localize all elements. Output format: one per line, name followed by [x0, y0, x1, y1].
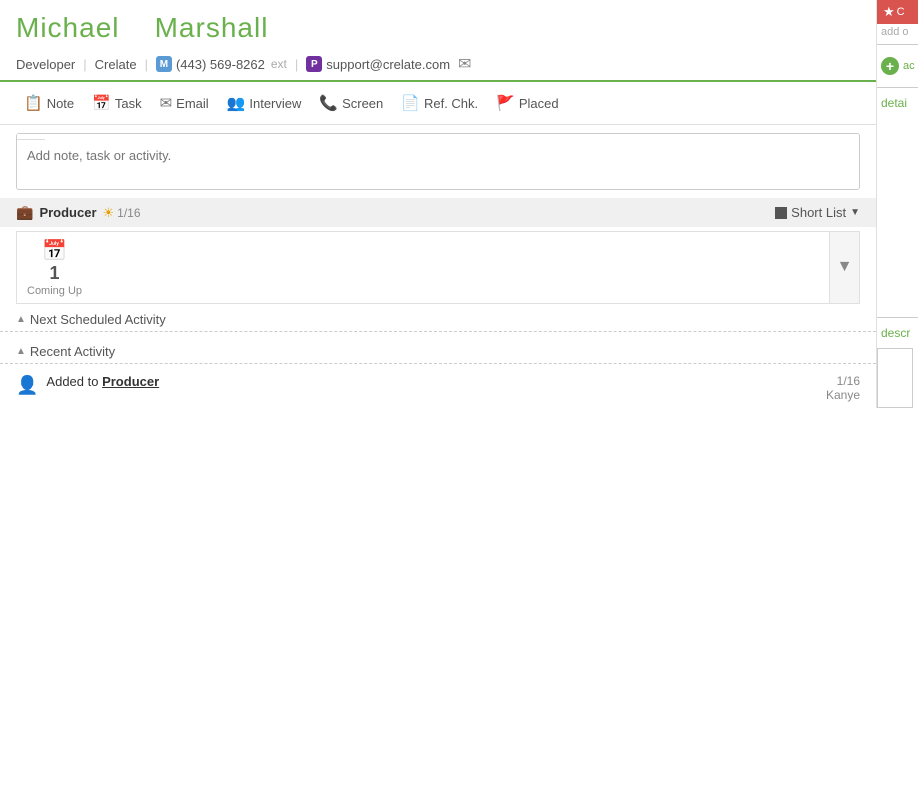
email-badge: P	[306, 56, 322, 72]
contact-bar: Developer | Crelate | M (443) 569-8262 e…	[0, 48, 876, 82]
coming-up-widget: 📅 1 Coming Up ▼	[16, 231, 860, 304]
pipeline-info: 💼 Producer ☀ 1/16	[16, 204, 141, 221]
sep2: |	[145, 57, 148, 72]
activity-person-icon: 👤	[16, 375, 38, 396]
note-textarea[interactable]	[17, 140, 859, 186]
recent-activity-section: ▲ Recent Activity	[0, 336, 876, 364]
coming-up-label: Coming Up	[27, 285, 82, 297]
coming-up-count: 1	[50, 263, 60, 285]
pipeline-date: ☀ 1/16	[103, 205, 141, 221]
screen-icon: 📞	[319, 94, 338, 112]
details-label: detai	[877, 92, 911, 114]
last-name: Marshall	[155, 12, 269, 43]
email-tool-icon: ✉	[160, 94, 173, 112]
activity-meta: 1/16 Kanye	[826, 374, 860, 402]
producer-link[interactable]: Producer	[102, 374, 159, 389]
sep3: |	[295, 57, 298, 72]
interview-button[interactable]: 👥 Interview	[219, 90, 310, 116]
shortlist-icon	[775, 207, 787, 219]
note-button[interactable]: 📋 Note	[16, 90, 82, 116]
activity-content: Added to Producer	[46, 374, 818, 389]
refchk-icon: 📄	[401, 94, 420, 112]
interview-icon: 👥	[227, 94, 246, 112]
job-title: Developer	[16, 57, 75, 72]
activity-user: Kanye	[826, 388, 860, 402]
sidebar-divider-1	[877, 44, 918, 45]
activity-text: Added to Producer	[46, 374, 159, 389]
chevron-down-icon: ▼	[837, 258, 853, 276]
shortlist-chevron-icon: ▼	[850, 207, 860, 218]
right-sidebar: ★ C add o + ac detai descr	[876, 0, 918, 408]
placed-button[interactable]: 🚩 Placed	[488, 90, 566, 116]
description-label: descr	[877, 322, 914, 344]
email-address: support@crelate.com	[326, 57, 450, 72]
sun-icon: ☀	[103, 205, 115, 221]
next-scheduled-arrow: ▲	[16, 314, 26, 325]
email-icon: ✉	[458, 54, 471, 74]
shortlist-button[interactable]: Short List ▼	[775, 205, 860, 220]
star-icon: ★	[883, 4, 895, 20]
refchk-button[interactable]: 📄 Ref. Chk.	[393, 90, 486, 116]
star-label: C	[897, 6, 905, 18]
phone-number: (443) 569-8262	[176, 57, 265, 72]
activity-date: 1/16	[837, 374, 860, 388]
pipeline-bar: 💼 Producer ☀ 1/16 Short List ▼	[0, 198, 876, 227]
add-label: add o	[877, 24, 913, 40]
email-button[interactable]: ✉ Email	[152, 90, 217, 116]
sidebar-divider-3	[877, 317, 918, 318]
task-button[interactable]: 📅 Task	[84, 90, 149, 116]
add-activity-button[interactable]: + ac	[877, 49, 918, 83]
phone-badge: M	[156, 56, 172, 72]
contact-header: Michael Marshall	[0, 0, 876, 48]
star-button[interactable]: ★ C	[877, 0, 918, 24]
recent-activity-arrow: ▲	[16, 346, 26, 357]
coming-up-expand-button[interactable]: ▼	[829, 232, 859, 303]
add-activity-label: ac	[903, 60, 915, 72]
screen-button[interactable]: 📞 Screen	[311, 90, 391, 116]
email-item: P support@crelate.com	[306, 56, 450, 72]
pipeline-name: Producer	[39, 205, 96, 220]
coming-up-left: 📅 1 Coming Up	[17, 232, 92, 303]
activity-toolbar: 📋 Note 📅 Task ✉ Email 👥 Interview 📞 Scre…	[0, 82, 876, 125]
sep1: |	[83, 57, 86, 72]
description-textarea[interactable]	[877, 348, 913, 408]
pipeline-icon: 💼	[16, 204, 33, 221]
ext-label: ext	[271, 57, 287, 71]
activity-item: 👤 Added to Producer 1/16 Kanye	[0, 368, 876, 408]
sidebar-divider-2	[877, 87, 918, 88]
next-scheduled-section: ▲ Next Scheduled Activity	[0, 304, 876, 332]
note-input-area[interactable]	[16, 133, 860, 190]
calendar-icon: 📅	[42, 238, 67, 263]
phone-item: M (443) 569-8262	[156, 56, 265, 72]
contact-name: Michael Marshall	[16, 12, 860, 44]
placed-icon: 🚩	[496, 94, 515, 112]
task-icon: 📅	[92, 94, 111, 112]
coming-up-spacer	[92, 232, 829, 303]
note-icon: 📋	[24, 94, 43, 112]
next-scheduled-label: Next Scheduled Activity	[30, 312, 166, 327]
recent-activity-label: Recent Activity	[30, 344, 115, 359]
first-name: Michael	[16, 12, 119, 43]
company: Crelate	[95, 57, 137, 72]
add-circle-icon: +	[881, 57, 899, 75]
